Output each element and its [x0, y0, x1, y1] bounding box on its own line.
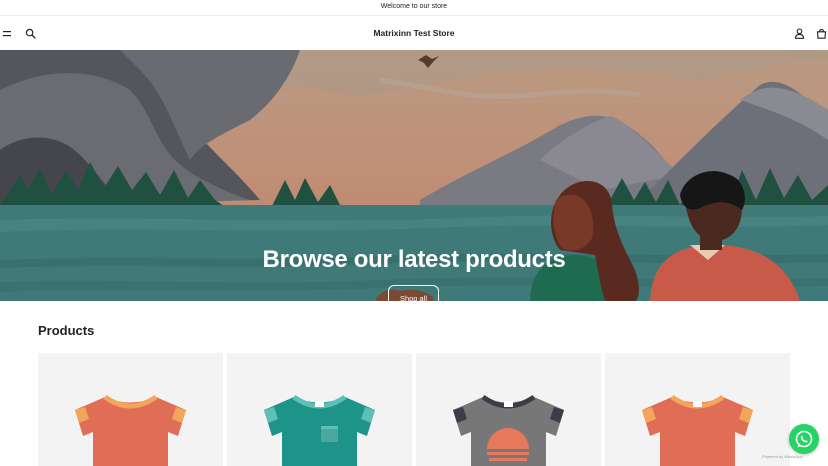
orange-tshirt-icon — [75, 394, 186, 466]
cart-icon[interactable] — [816, 28, 827, 39]
teal-tshirt-icon — [264, 394, 375, 466]
product-card[interactable] — [38, 353, 223, 466]
hero-banner: Browse our latest products Shop all — [0, 50, 828, 301]
store-name[interactable]: Matrixinn Test Store — [0, 28, 828, 38]
product-card[interactable] — [605, 353, 790, 466]
hero-title: Browse our latest products — [262, 246, 566, 273]
announcement-bar: Welcome to our store — [0, 0, 828, 16]
whatsapp-icon — [795, 430, 813, 448]
orange-tshirt-icon — [642, 394, 753, 466]
product-card[interactable] — [227, 353, 412, 466]
whatsapp-powered-text: Powered by WhatsApp — [762, 454, 803, 459]
site-header: Matrixinn Test Store — [0, 16, 828, 50]
announcement-text: Welcome to our store — [380, 3, 448, 10]
shop-all-button[interactable]: Shop all — [388, 285, 439, 301]
whatsapp-button[interactable] — [789, 424, 819, 454]
product-card[interactable] — [416, 353, 601, 466]
grey-tshirt-icon — [453, 394, 564, 466]
account-icon[interactable] — [794, 28, 805, 39]
products-heading: Products — [38, 323, 95, 338]
